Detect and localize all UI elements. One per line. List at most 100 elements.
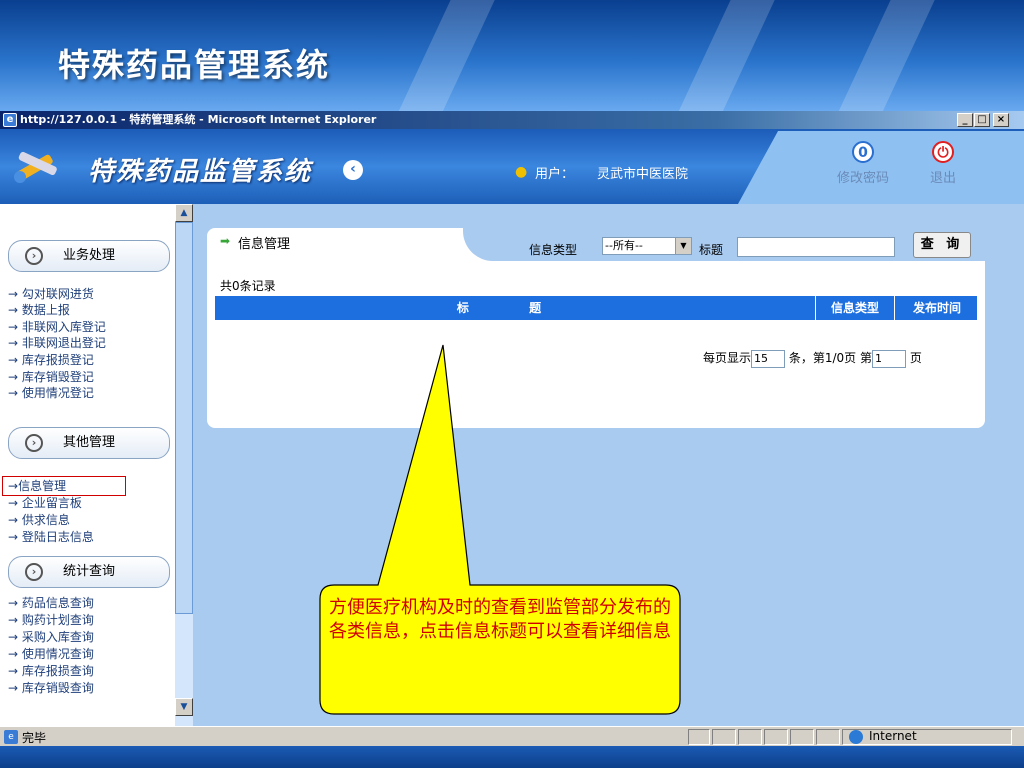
sidebar-item[interactable]: → 使用情况登记 (8, 386, 94, 401)
logout-label: 退出 (929, 171, 956, 186)
slide-footer-bar (0, 746, 1024, 768)
page-size-input[interactable]: 15 (751, 349, 786, 368)
chevron-circle-icon: › (25, 247, 43, 265)
query-button[interactable]: 查 询 (913, 232, 971, 258)
content-tab-label: 信息管理 (238, 237, 291, 252)
arrow-right-icon: → (8, 496, 19, 510)
sidebar-item-info-management[interactable]: →信息管理 (8, 479, 66, 494)
column-header-date[interactable]: 发布时间 (897, 296, 977, 320)
slide-title: 特殊药品管理系统 (58, 46, 331, 84)
status-pane (790, 729, 814, 745)
sidebar-item[interactable]: → 库存报损查询 (8, 664, 94, 679)
chevron-circle-icon: › (25, 563, 43, 581)
browser-title: http://127.0.0.1 - 特药管理系统 - Microsoft In… (20, 113, 377, 126)
collapse-icon[interactable]: ‹ (343, 160, 363, 180)
sidebar-item[interactable]: → 使用情况查询 (8, 647, 94, 662)
zone-label: Internet (869, 729, 917, 743)
ie-logo-icon: e (3, 113, 17, 127)
sidebar-section-business[interactable]: › 业务处理 (8, 240, 170, 272)
user-label: 用户： (535, 167, 575, 182)
sidebar-item[interactable]: → 库存销毁登记 (8, 370, 94, 385)
zone-pane (842, 729, 1012, 745)
arrow-right-icon: → (8, 320, 19, 334)
app-header: 特殊药品监管系统 ‹ ● 用户： 灵武市中医医院 0 修改密码 ⏻ 退出 (0, 129, 1024, 204)
header-light-streak (375, 0, 505, 112)
app-body: › 业务处理 → 勾对联网进货 → 数据上报 → 非联网入库登记 → 非联网退出… (0, 204, 1024, 726)
browser-titlebar[interactable]: e http://127.0.0.1 - 特药管理系统 - Microsoft … (0, 111, 1024, 129)
sidebar-section-statistics[interactable]: › 统计查询 (8, 556, 170, 588)
table-header: 标 题 信息类型 发布时间 (215, 296, 977, 320)
header-light-streak (655, 0, 785, 112)
sidebar-item[interactable]: → 非联网退出登记 (8, 336, 106, 351)
slide-header: 特殊药品管理系统 (0, 0, 1024, 112)
status-pane (712, 729, 736, 745)
arrow-right-icon: → (8, 287, 19, 301)
arrow-right-icon: → (8, 370, 19, 384)
status-pane (816, 729, 840, 745)
sidebar-item[interactable]: → 库存销毁查询 (8, 681, 94, 696)
status-pane (738, 729, 762, 745)
arrow-right-icon: → (8, 303, 19, 317)
scroll-down-button[interactable]: ▼ (175, 698, 193, 716)
callout-text: 方便医疗机构及时的查看到监管部分发布的各类信息，点击信息标题可以查看详细信息 (329, 597, 671, 642)
info-type-select[interactable]: --所有-- ▼ (602, 237, 692, 255)
user-name: 灵武市中医医院 (597, 167, 689, 182)
minimize-button[interactable]: _ (957, 113, 973, 127)
arrow-right-icon: → (8, 664, 19, 678)
record-count: 共0条记录 (220, 279, 276, 293)
filter-type-label: 信息类型 (529, 243, 578, 257)
sidebar-item[interactable]: → 数据上报 (8, 303, 70, 318)
user-icon: ● (515, 164, 528, 180)
sidebar: › 业务处理 → 勾对联网进货 → 数据上报 → 非联网入库登记 → 非联网退出… (0, 204, 175, 726)
sidebar-item[interactable]: → 企业留言板 (8, 496, 82, 511)
section-label: 统计查询 (63, 564, 116, 579)
scroll-up-button[interactable]: ▲ (175, 204, 193, 222)
change-password-button[interactable]: 0 修改密码 (828, 141, 898, 186)
chevron-down-icon[interactable]: ▼ (675, 238, 691, 254)
title-search-input[interactable] (737, 237, 895, 257)
sidebar-item[interactable]: → 库存报损登记 (8, 353, 94, 368)
sidebar-item[interactable]: → 登陆日志信息 (8, 530, 94, 545)
column-header-title[interactable]: 标 题 (215, 296, 811, 320)
lock-icon: 0 (852, 141, 874, 163)
scroll-thumb[interactable] (175, 222, 193, 614)
arrow-right-icon: → (8, 386, 19, 400)
arrow-right-icon: → (8, 596, 19, 610)
column-header-type[interactable]: 信息类型 (815, 296, 895, 320)
maximize-button[interactable]: □ (974, 113, 990, 127)
close-button[interactable]: × (993, 113, 1009, 127)
status-pane (764, 729, 788, 745)
status-bar: e 完毕 Internet (0, 726, 1024, 746)
arrow-right-icon: → (8, 353, 19, 367)
sidebar-scrollbar[interactable]: ▲ ▼ (175, 204, 193, 726)
page-number-input[interactable]: 1 (871, 349, 906, 368)
chevron-circle-icon: › (25, 434, 43, 452)
pager: 每页显示 15 条，第1/0页 第1 页 (703, 349, 922, 368)
page-icon: e (4, 730, 18, 744)
arrow-right-icon: → (8, 681, 19, 695)
info-type-value: --所有-- (605, 239, 643, 252)
status-text: 完毕 (22, 731, 47, 745)
arrow-right-icon: → (8, 479, 19, 493)
sidebar-item[interactable]: → 采购入库查询 (8, 630, 94, 645)
sidebar-item[interactable]: → 供求信息 (8, 513, 70, 528)
arrow-right-icon: → (8, 613, 19, 627)
browser-window: e http://127.0.0.1 - 特药管理系统 - Microsoft … (0, 111, 1024, 746)
sidebar-item[interactable]: → 购药计划查询 (8, 613, 94, 628)
sidebar-item[interactable]: → 非联网入库登记 (8, 320, 106, 335)
header-light-streak (815, 0, 945, 112)
filter-title-label: 标题 (699, 243, 724, 257)
arrow-right-icon: → (8, 630, 19, 644)
app-title: 特殊药品监管系统 (88, 157, 313, 187)
sidebar-item[interactable]: → 勾对联网进货 (8, 287, 94, 302)
power-icon: ⏻ (932, 141, 954, 163)
sidebar-item[interactable]: → 药品信息查询 (8, 596, 94, 611)
globe-icon (849, 730, 863, 744)
tools-logo-icon (14, 151, 57, 183)
sidebar-section-other[interactable]: › 其他管理 (8, 427, 170, 459)
arrow-right-icon: → (8, 336, 19, 350)
arrow-right-icon: ➡ (220, 234, 231, 248)
logout-button[interactable]: ⏻ 退出 (908, 141, 978, 186)
status-pane (688, 729, 710, 745)
change-password-label: 修改密码 (836, 171, 889, 186)
